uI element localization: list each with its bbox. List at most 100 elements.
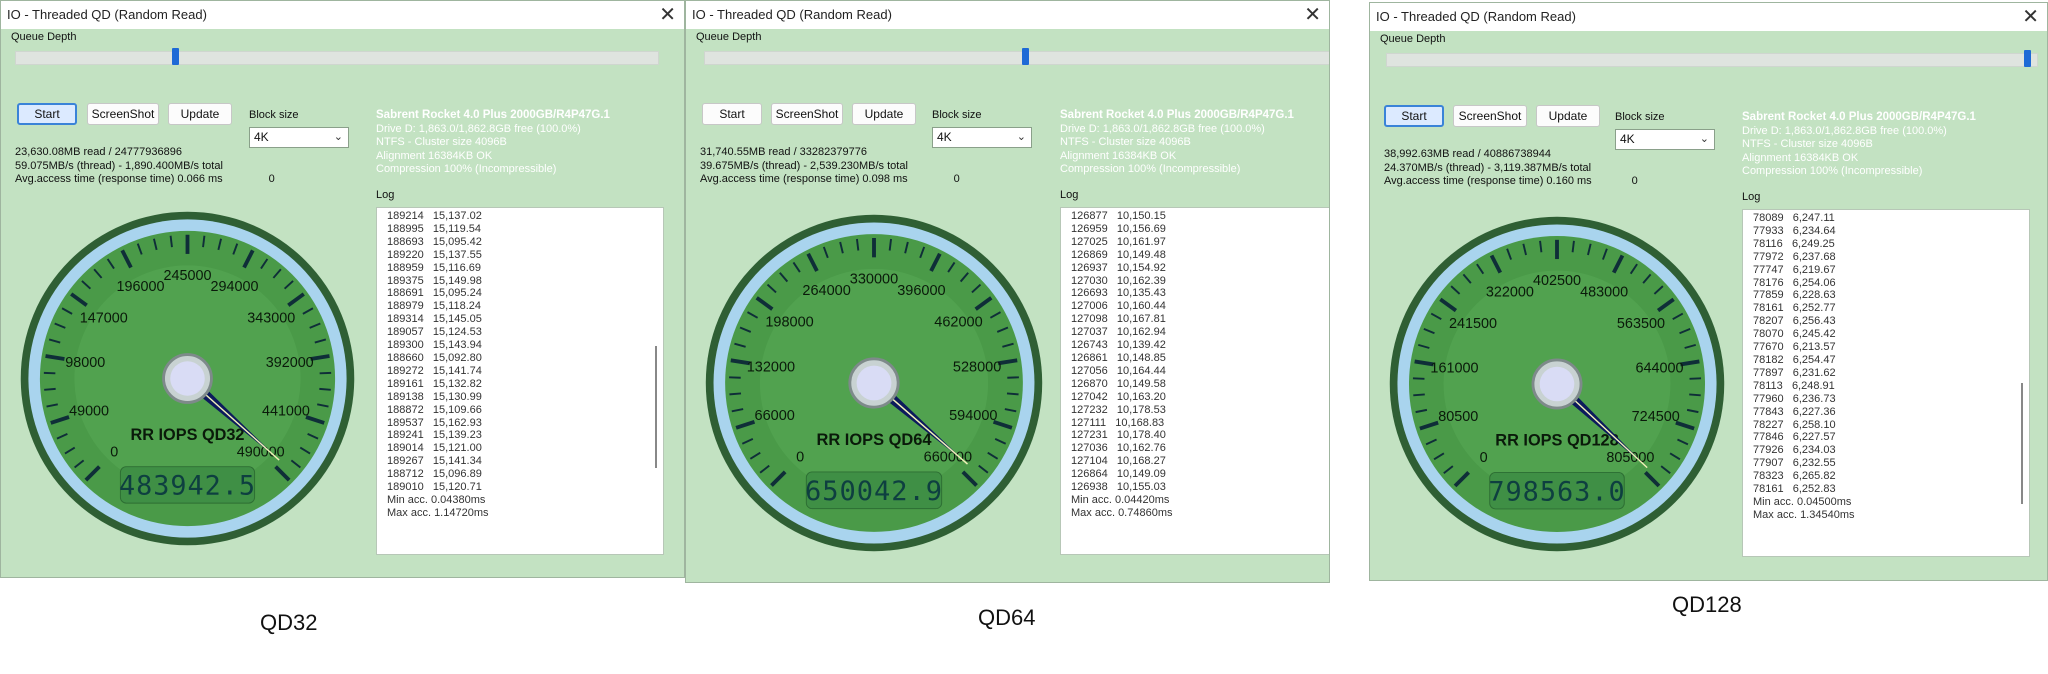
log-entry: 189220 15,137.55 <box>387 248 482 261</box>
log-entry: 78176 6,254.06 <box>1753 276 1836 289</box>
iops-gauge: 0 66000 132000 198000 264000330000396000 4620… <box>705 214 1043 552</box>
log-entry: 127037 10,162.94 <box>1071 326 1166 339</box>
log-entry: 127036 10,162.76 <box>1071 442 1166 455</box>
update-button[interactable]: Update <box>852 103 916 125</box>
drive-name: Sabrent Rocket 4.0 Plus 2000GB/R4P47G.1 <box>1060 109 1294 121</box>
log-scrollbar[interactable] <box>2017 214 2027 552</box>
counter-value: 0 <box>268 173 275 185</box>
log-entry: 78227 6,258.10 <box>1753 418 1836 431</box>
queue-depth-slider[interactable] <box>1386 50 2038 67</box>
log-box[interactable]: 78089 6,247.11 77933 6,234.64 78116 6,249.… <box>1742 209 2030 557</box>
log-label: Log <box>376 189 395 201</box>
log-entry: 126861 10,148.85 <box>1071 351 1166 364</box>
throughput-stat: 59.075MB/s (thread) - 1,890.400MB/s tota… <box>15 159 223 172</box>
log-box[interactable]: 126877 10,150.15 126959 10,156.69 127025 1… <box>1060 207 1329 555</box>
scrollbar-thumb[interactable] <box>655 346 657 468</box>
screenshot-button[interactable]: ScreenShot <box>1453 105 1527 127</box>
queue-depth-slider[interactable] <box>704 48 1329 65</box>
log-entry: 189010 15,120.71 <box>387 481 482 494</box>
slider-thumb[interactable] <box>2023 50 2031 67</box>
log-entry: 127025 10,161.97 <box>1071 235 1166 248</box>
drive-info: Sabrent Rocket 4.0 Plus 2000GB/R4P47G.1 … <box>1742 111 1976 179</box>
block-size-select[interactable]: 4K ⌄ <box>932 127 1032 148</box>
gauge-tick-label: 563500 <box>1617 316 1665 332</box>
log-entry: 127030 10,162.39 <box>1071 274 1166 287</box>
gauge-tick-label: 196000 <box>117 279 165 295</box>
window-qd32: IO - Threaded QD (Random Read) ✕ Queue D… <box>0 0 685 578</box>
log-entry: 77972 6,237.68 <box>1753 250 1836 263</box>
gauge-tick-label: 264000 <box>802 283 850 299</box>
iops-gauge: 0 80500 161000 241500 322000402500483000 5635… <box>1389 216 1725 552</box>
log-entry: 126864 10,149.09 <box>1071 468 1166 481</box>
gauge-tick-label: 241500 <box>1449 316 1497 332</box>
gauge-tick-label: 594000 <box>949 408 997 424</box>
log-entry: 126869 10,149.48 <box>1071 248 1166 261</box>
log-entry: 189214 15,137.02 <box>387 210 482 222</box>
start-button[interactable]: Start <box>702 103 762 125</box>
gauge-tick-label: 161000 <box>1430 361 1478 377</box>
log-entry: Min acc. 0.04420ms <box>1071 493 1170 506</box>
gauge-tick-label: 98000 <box>65 355 105 371</box>
gauge-minor-tick <box>319 387 331 391</box>
log-entry: 77926 6,234.03 <box>1753 444 1836 457</box>
update-button[interactable]: Update <box>168 103 232 125</box>
block-size-label: Block size <box>1615 111 1665 123</box>
block-size-select[interactable]: 4K ⌄ <box>249 127 349 148</box>
gauge-tick-label: 0 <box>1480 450 1488 466</box>
update-button[interactable]: Update <box>1536 105 1600 127</box>
log-scrollbar[interactable] <box>651 212 661 550</box>
log-entry: 127111 10,168.83 <box>1071 416 1165 429</box>
log-entry: 126877 10,150.15 <box>1071 210 1166 222</box>
close-icon[interactable]: ✕ <box>1304 2 1321 27</box>
drive-alignment: Alignment 16384KB OK <box>1060 149 1177 162</box>
screenshot-button[interactable]: ScreenShot <box>771 103 843 125</box>
scrollbar-thumb[interactable] <box>2021 382 2023 505</box>
drive-free: Drive D: 1,863.0/1,862.8GB free (100.0%) <box>1060 122 1265 135</box>
throughput-stat: 24.370MB/s (thread) - 3,119.387MB/s tota… <box>1384 161 1592 174</box>
slider-thumb[interactable] <box>172 48 180 65</box>
gauge-tick-label: 147000 <box>80 310 128 326</box>
close-icon[interactable]: ✕ <box>659 2 676 27</box>
gauge-tick-label: 294000 <box>211 279 259 295</box>
log-entry: 189267 15,141.34 <box>387 455 482 468</box>
log-label: Log <box>1742 191 1761 203</box>
log-entry: 78207 6,256.43 <box>1753 315 1836 328</box>
log-entry: 126938 10,155.03 <box>1071 481 1166 494</box>
queue-depth-slider[interactable] <box>15 48 659 65</box>
log-entry: 188872 15,109.66 <box>387 403 482 416</box>
window-qd64: IO - Threaded QD (Random Read) ✕ Queue D… <box>685 0 1330 583</box>
log-box[interactable]: 189214 15,137.02 188995 15,119.54 188693 1… <box>376 207 664 555</box>
drive-fs: NTFS - Cluster size 4096B <box>1060 136 1191 148</box>
gauge-tick-label: 483000 <box>1580 284 1628 300</box>
log-entry: 77960 6,236.73 <box>1753 392 1836 405</box>
slider-thumb[interactable] <box>1021 48 1029 65</box>
window-title: IO - Threaded QD (Random Read) <box>1376 9 1576 24</box>
log-entry: 126959 10,156.69 <box>1071 222 1166 235</box>
drive-fs: NTFS - Cluster size 4096B <box>1742 138 1873 150</box>
title-bar: IO - Threaded QD (Random Read) ✕ <box>1370 3 2047 31</box>
log-entry: 126693 10,135.43 <box>1071 287 1166 300</box>
gauge-tick-label: 462000 <box>934 314 982 330</box>
screenshot-button[interactable]: ScreenShot <box>87 103 159 125</box>
log-entries: 78089 6,247.11 77933 6,234.64 78116 6,249.… <box>1753 212 1855 522</box>
log-entry: 77933 6,234.64 <box>1753 224 1836 237</box>
drive-info: Sabrent Rocket 4.0 Plus 2000GB/R4P47G.1 … <box>1060 109 1294 177</box>
gauge-tick-label: 528000 <box>953 360 1001 376</box>
drive-alignment: Alignment 16384KB OK <box>1742 151 1859 164</box>
gauge-minor-tick <box>855 238 860 251</box>
block-size-select[interactable]: 4K ⌄ <box>1615 129 1715 150</box>
close-icon[interactable]: ✕ <box>2022 4 2039 29</box>
log-entry: 189537 15,162.93 <box>387 416 482 429</box>
access-time-stat: Avg.access time (response time) 0.160 ms <box>1384 175 1592 187</box>
gauge-tick-label: 402500 <box>1533 273 1581 289</box>
drive-compression: Compression 100% (Incompressible) <box>1742 165 1923 177</box>
log-entry: 189138 15,130.99 <box>387 390 482 403</box>
log-entry: 189375 15,149.98 <box>387 274 482 287</box>
drive-compression: Compression 100% (Incompressible) <box>1060 163 1241 175</box>
caption-qd128: QD128 <box>1672 592 1742 617</box>
start-button[interactable]: Start <box>1384 105 1444 127</box>
gauge-tick-label: 80500 <box>1438 409 1478 425</box>
log-entry: 126937 10,154.92 <box>1071 261 1166 274</box>
log-entry: 127098 10,167.81 <box>1071 313 1166 326</box>
start-button[interactable]: Start <box>17 103 77 125</box>
